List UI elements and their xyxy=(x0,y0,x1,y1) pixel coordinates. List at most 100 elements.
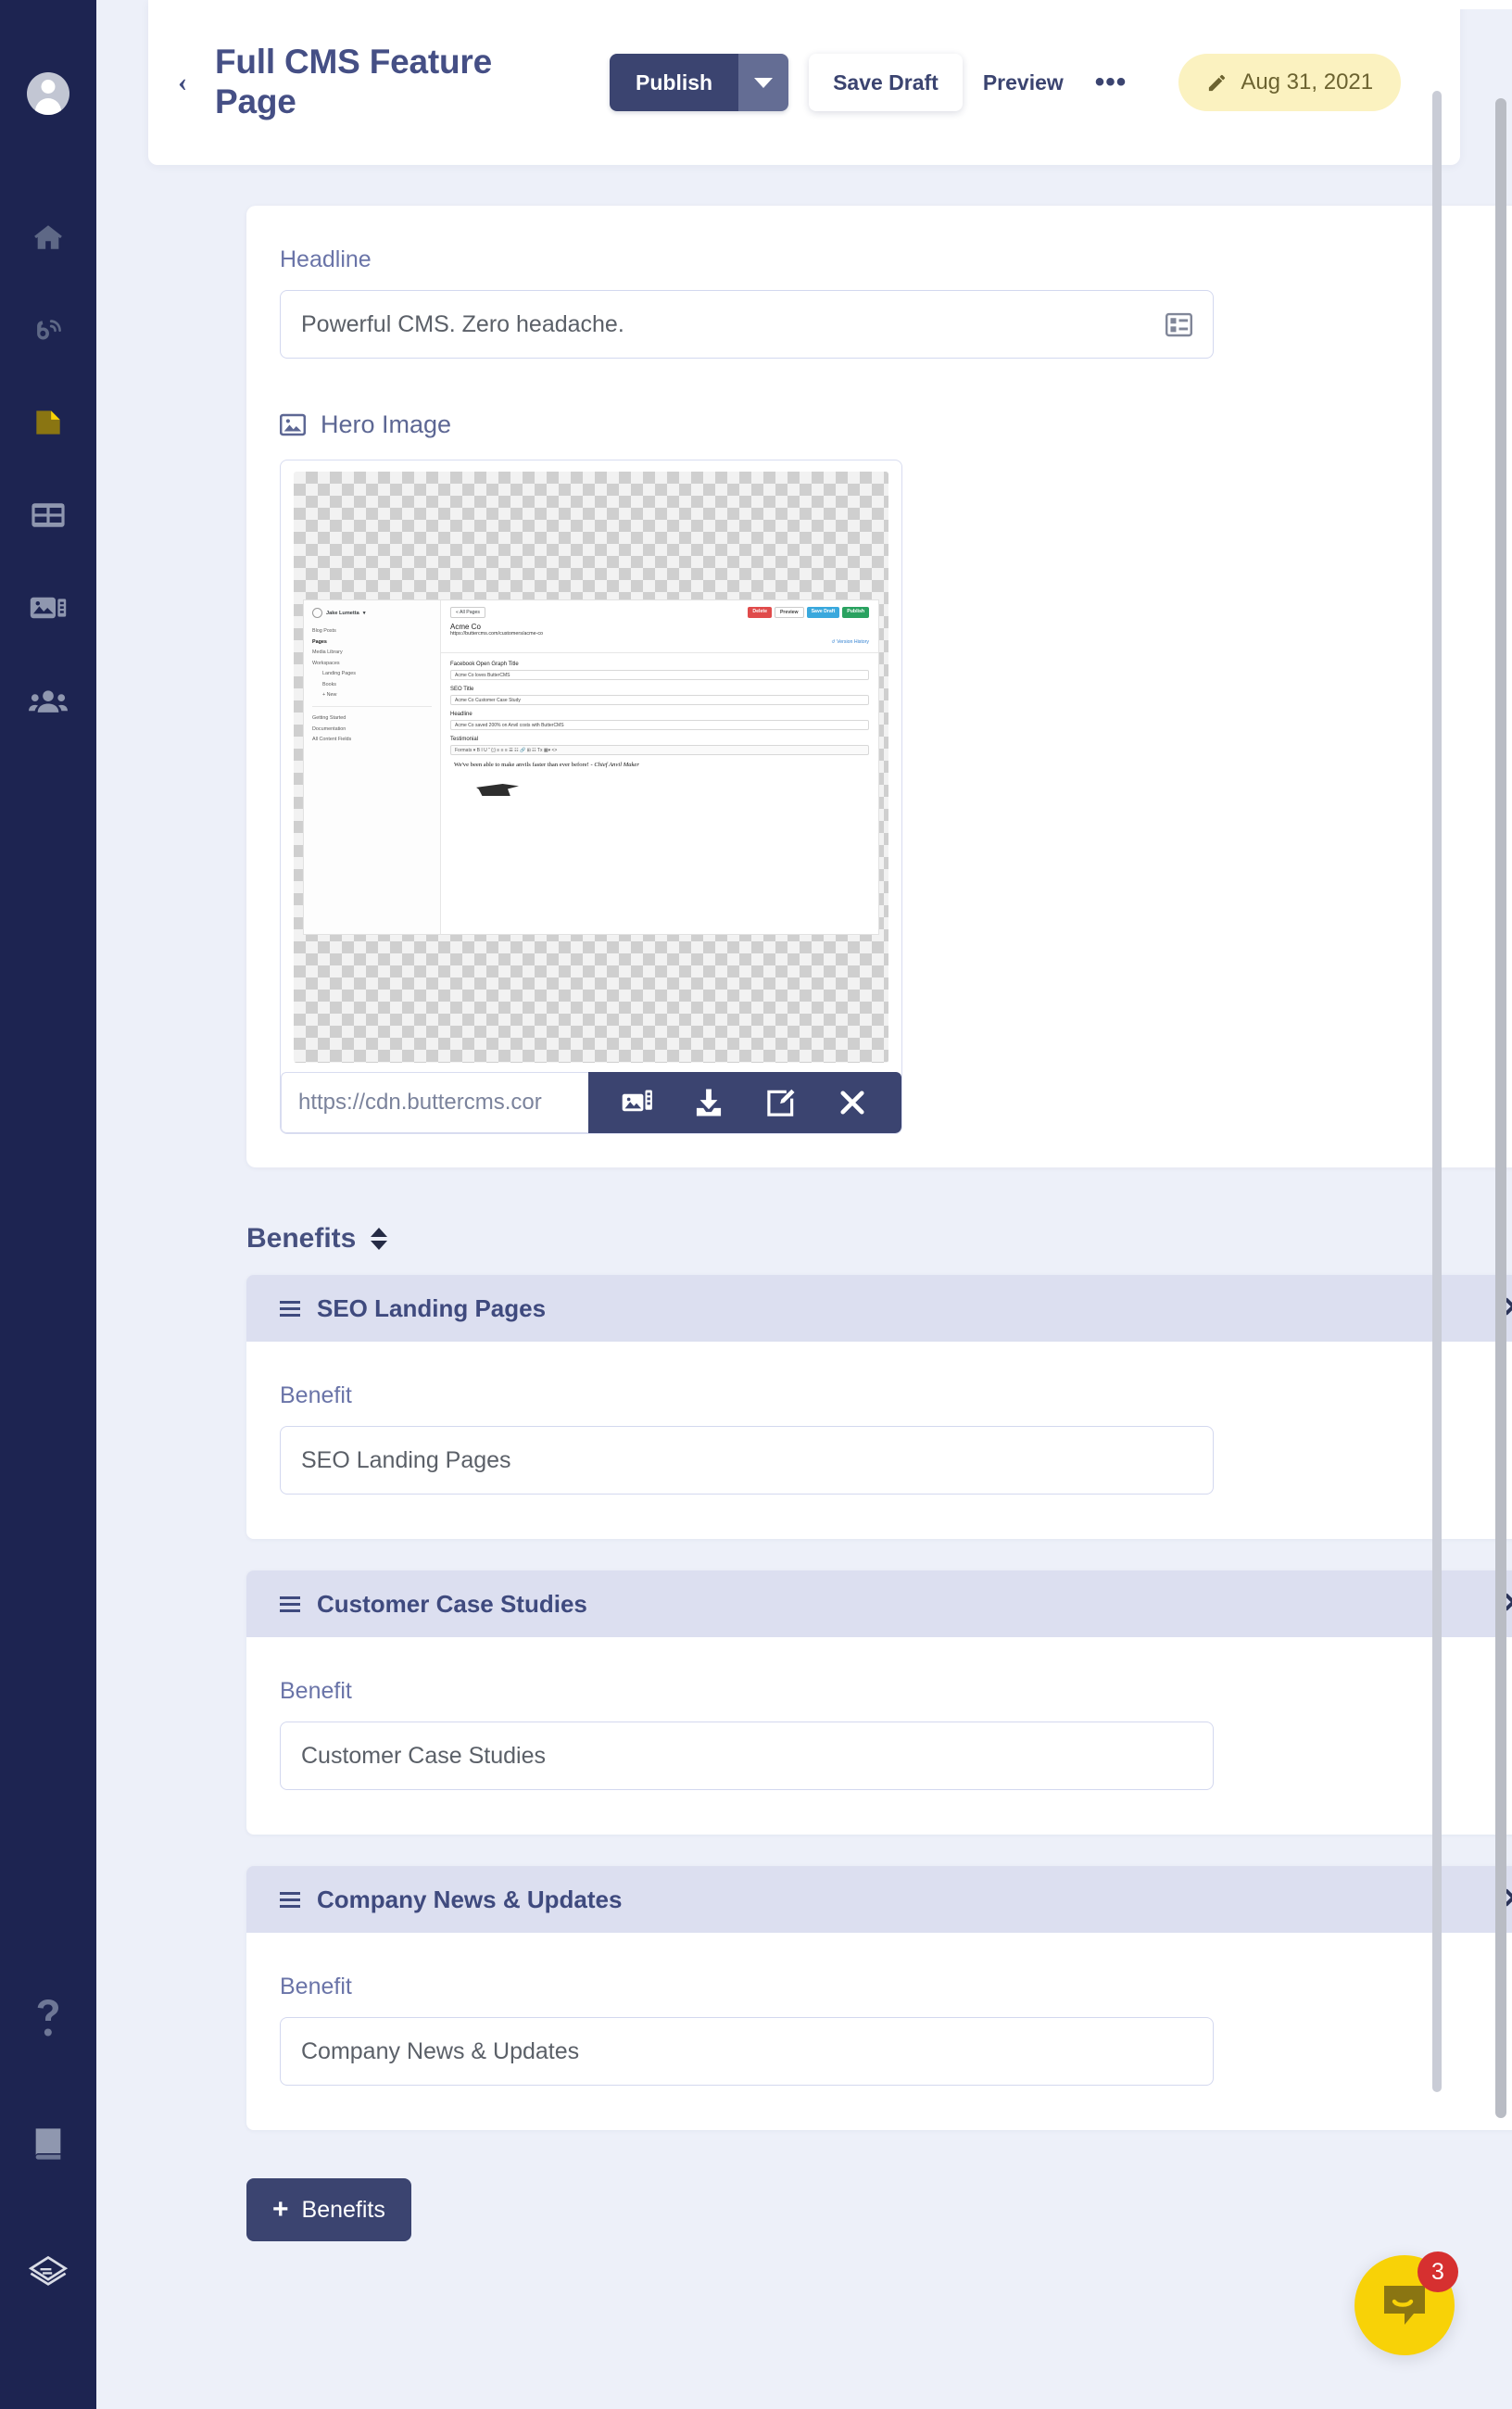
benefits-list: SEO Landing Pages✕ Benefit SEO Landing Pag… xyxy=(96,1275,1512,2130)
header-actions: Publish Save Draft Preview ••• Aug 31, 2… xyxy=(610,54,1402,111)
sidebar-item-team[interactable] xyxy=(28,680,69,721)
benefit-card: Customer Case Studies✕ Benefit Customer Ca… xyxy=(246,1570,1512,1835)
page-fields-card: Headline Powerful CMS. Zero headache. He… xyxy=(246,206,1512,1167)
team-users-icon xyxy=(29,690,68,713)
page-scrollbar-thumb[interactable] xyxy=(1495,98,1506,2118)
thumb-user: Jake Lumetta ▾ xyxy=(312,608,432,618)
benefit-card-header: Company News & Updates✕ xyxy=(246,1866,1512,1933)
headline-value: Powerful CMS. Zero headache. xyxy=(301,310,624,337)
hero-image-action-bar xyxy=(588,1072,901,1133)
add-benefit-button[interactable]: + Benefits xyxy=(246,2178,411,2241)
benefit-card-body: Benefit SEO Landing Pages xyxy=(246,1342,1512,1539)
drag-handle-icon[interactable] xyxy=(280,1595,300,1612)
sidebar-item-collections[interactable] xyxy=(28,495,69,536)
chevron-down-icon xyxy=(754,77,774,88)
benefit-input[interactable]: SEO Landing Pages xyxy=(280,1426,1214,1495)
thumb-publish-button: Publish xyxy=(842,607,869,618)
drag-handle-icon[interactable] xyxy=(280,1300,300,1317)
page-title: Full CMS Feature Page xyxy=(215,43,492,120)
thumb-toolbar-row: « All Pages Delete Preview Save Draft Pu… xyxy=(450,607,869,618)
app-root: ‹ Full CMS Feature Page Publish Save Dra… xyxy=(0,0,1512,2409)
chevron-up-icon xyxy=(371,1228,388,1237)
benefit-header-left: Customer Case Studies xyxy=(280,1590,587,1619)
hero-image-label-row: Hero Image xyxy=(280,410,1512,439)
media-library-icon xyxy=(30,597,67,619)
download-image-button[interactable] xyxy=(690,1084,727,1121)
save-draft-button[interactable]: Save Draft xyxy=(809,54,963,111)
question-mark-icon xyxy=(37,1999,58,2037)
thumb-delete-button: Delete xyxy=(748,607,772,618)
sidebar-item-blog-posts[interactable] xyxy=(28,309,69,350)
thumb-main: « All Pages Delete Preview Save Draft Pu… xyxy=(441,600,878,934)
field-options-icon[interactable] xyxy=(1166,312,1192,337)
thumb-og-label: Facebook Open Graph Title xyxy=(450,662,519,667)
hero-image-label: Hero Image xyxy=(321,410,452,438)
benefit-field-label: Benefit xyxy=(280,1974,352,1999)
benefit-input-value: Customer Case Studies xyxy=(301,1742,547,1769)
sidebar-item-pages[interactable] xyxy=(28,402,69,443)
benefit-card: Company News & Updates✕ Benefit Company Ne… xyxy=(246,1866,1512,2130)
benefit-input[interactable]: Company News & Updates xyxy=(280,2017,1214,2086)
hero-image-url-input[interactable]: https://cdn.buttercms.cor xyxy=(281,1072,588,1133)
thumb-page-url: https://buttercms.com/customers/acme-co xyxy=(450,631,544,637)
thumb-logo-icon xyxy=(312,608,322,618)
publish-date-badge[interactable]: Aug 31, 2021 xyxy=(1178,54,1402,111)
sidebar-item-home[interactable] xyxy=(28,217,69,258)
publish-button[interactable]: Publish xyxy=(610,54,739,111)
back-button[interactable]: ‹ xyxy=(178,69,187,96)
choose-image-icon xyxy=(622,1090,652,1112)
more-options-button[interactable]: ••• xyxy=(1084,54,1139,111)
chat-launcher-button[interactable]: 3 xyxy=(1354,2251,1458,2355)
drag-handle-icon[interactable] xyxy=(280,1891,300,1908)
choose-image-button[interactable] xyxy=(619,1084,656,1121)
thumb-seo-label: SEO Title xyxy=(450,687,474,692)
thumb-nav-media: Media Library xyxy=(312,650,343,655)
benefit-input[interactable]: Customer Case Studies xyxy=(280,1722,1214,1790)
sidebar-item-media-library[interactable] xyxy=(28,587,69,628)
thumb-subnav-books: Books xyxy=(322,681,336,687)
thumb-nav-pages: Pages xyxy=(312,638,327,645)
edit-image-button[interactable] xyxy=(762,1084,800,1121)
chevron-down-icon xyxy=(371,1241,388,1250)
thumb-subnav-new: + New xyxy=(322,692,337,698)
thumb-action-buttons: Delete Preview Save Draft Publish xyxy=(748,607,869,618)
thumb-og-input: Acme Co loves ButterCMS xyxy=(450,670,869,680)
benefit-input-value: SEO Landing Pages xyxy=(301,1446,511,1473)
benefit-card-title: Customer Case Studies xyxy=(317,1589,587,1618)
thumb-subnav: Landing Pages Books + New xyxy=(322,671,432,698)
headline-label: Headline xyxy=(280,246,372,272)
hero-image-preview-box: Jake Lumetta ▾ Blog Posts Pages Media Li… xyxy=(280,460,902,1134)
sidebar-item-documentation[interactable] xyxy=(28,2124,69,2164)
thumb-editor-toolbar: Formats ▾ B I U “ {;} ≡ ≡ ≡ ☰ ☷ 🔗 ⊞ ☷ Tx… xyxy=(450,745,869,755)
thumb-divider xyxy=(312,706,432,707)
thumb-anvil-image xyxy=(476,777,530,796)
thumb-user-name: Jake Lumetta xyxy=(326,610,359,616)
preview-button[interactable]: Preview xyxy=(963,54,1084,111)
home-icon xyxy=(34,225,62,249)
headline-input[interactable]: Powerful CMS. Zero headache. xyxy=(280,290,1214,359)
image-transparency-checker: Jake Lumetta ▾ Blog Posts Pages Media Li… xyxy=(294,472,888,1063)
thumb-section-divider xyxy=(441,652,878,653)
thumb-testimonial-quote: We've been able to make anvils faster th… xyxy=(450,762,869,768)
sidebar-item-help[interactable] xyxy=(28,1998,69,2038)
benefit-card-body: Benefit Customer Case Studies xyxy=(246,1637,1512,1835)
sidebar-nav-bottom xyxy=(28,1998,69,2290)
page-scrollbar[interactable] xyxy=(1495,98,1506,2118)
thumb-nav-blog: Blog Posts xyxy=(312,628,336,634)
sidebar-item-api-explorer[interactable] xyxy=(28,2250,69,2290)
benefit-header-left: Company News & Updates xyxy=(280,1886,622,1914)
layers-stack-icon xyxy=(28,2255,69,2286)
benefits-collapse-toggle[interactable] xyxy=(371,1228,388,1250)
user-avatar[interactable] xyxy=(27,72,69,115)
inner-scrollbar[interactable] xyxy=(1432,91,1442,2092)
benefits-title: Benefits xyxy=(246,1223,357,1254)
inner-scrollbar-thumb[interactable] xyxy=(1432,91,1442,2092)
thumb-all-pages-button: « All Pages xyxy=(450,607,485,618)
book-icon xyxy=(35,2128,61,2160)
remove-image-button[interactable] xyxy=(834,1084,871,1121)
blog-rss-icon xyxy=(37,320,61,340)
publish-dropdown-button[interactable] xyxy=(738,54,789,111)
hero-image-thumbnail[interactable]: Jake Lumetta ▾ Blog Posts Pages Media Li… xyxy=(304,600,878,934)
thumb-seo-input: Acme Co Customer Case Study xyxy=(450,695,869,705)
thumb-page-name: Acme Co xyxy=(450,623,481,631)
